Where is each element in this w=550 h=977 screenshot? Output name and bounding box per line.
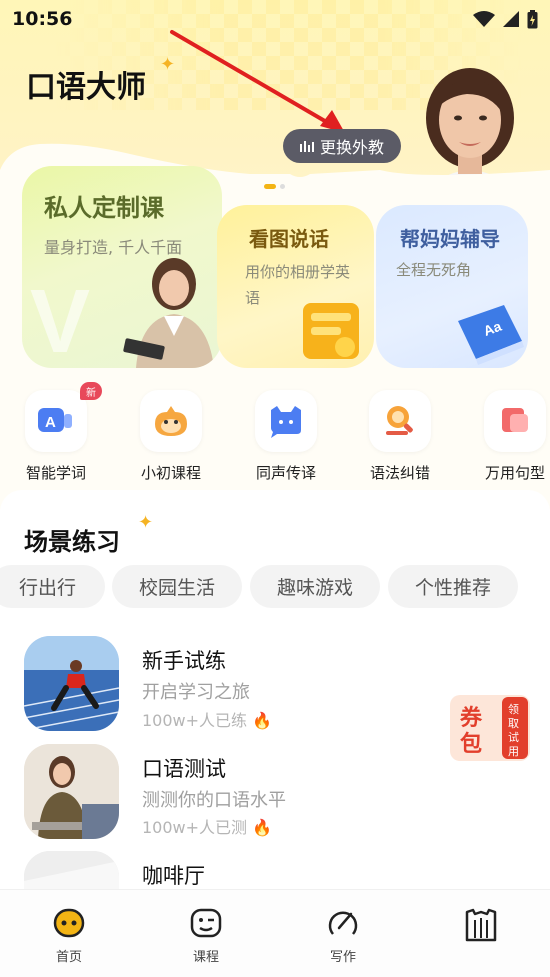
quick-action-label: 万用句型 — [484, 464, 545, 482]
chip-campus[interactable]: 校园生活 — [112, 565, 242, 608]
lesson-count: 100w+人已练 🔥 — [142, 707, 272, 731]
lesson-count-text: 100w+人已测 — [142, 818, 248, 837]
tab-home[interactable]: 首页 — [34, 908, 104, 965]
lesson-thumbnail[interactable] — [24, 636, 119, 731]
courses-icon — [190, 908, 222, 938]
tab-writing[interactable]: 写作 — [308, 908, 378, 965]
coupon-main-text-2: 包 — [460, 731, 482, 756]
mascot-icon — [155, 406, 187, 436]
runner-image — [24, 636, 119, 731]
sparkle-icon: ✦ — [138, 512, 154, 533]
fire-icon: 🔥 — [247, 711, 273, 730]
carousel-indicator — [264, 184, 285, 189]
lesson-title: 新手试练 — [142, 649, 226, 673]
parent-tutor-card[interactable]: 帮妈妈辅导 全程无死角 Aa — [376, 205, 528, 368]
chip-travel[interactable]: 行出行 — [0, 565, 105, 608]
coupon-side-2: 取 — [508, 717, 519, 730]
tab-label: 课程 — [192, 950, 219, 965]
card-subtitle: 全程无死角 — [396, 261, 472, 279]
card-icon — [502, 408, 528, 432]
vocabulary-icon: A — [38, 408, 72, 432]
lesson-title: 口语测试 — [142, 757, 226, 781]
coupon-side-4: 用 — [508, 746, 519, 758]
card-title: 帮妈妈辅导 — [400, 227, 500, 251]
picture-talk-card[interactable]: 看图说话 用你的相册学英语 — [217, 205, 374, 368]
tab-profile[interactable] — [446, 908, 516, 952]
new-badge: 新 — [80, 382, 102, 400]
tab-label: 写作 — [329, 950, 356, 965]
lesson-subtitle: 测测你的口语水平 — [142, 790, 286, 811]
lesson-count-text: 100w+人已练 — [142, 711, 248, 730]
quick-action-vocab[interactable]: A 智能学词 — [21, 390, 91, 483]
custom-course-card[interactable]: V 私人定制课 量身打造, 千人千面 — [22, 166, 222, 368]
profile-icon — [465, 908, 497, 942]
coupon-side-3: 试 — [508, 731, 519, 744]
book-icon: Aa — [458, 305, 524, 365]
chat-face-icon — [271, 406, 301, 438]
svg-text:A: A — [45, 414, 56, 431]
coupon-side-1: 领 — [508, 703, 519, 716]
tab-label: 首页 — [55, 950, 82, 965]
home-face-icon — [53, 908, 85, 938]
chip-recommend[interactable]: 个性推荐 — [388, 565, 518, 608]
magnifier-icon — [386, 406, 413, 435]
card-title: 私人定制课 — [44, 194, 164, 222]
chip-games[interactable]: 趣味游戏 — [250, 565, 380, 608]
bottom-tab-bar: 首页 课程 写作 — [0, 889, 550, 977]
quick-action-label: 小初课程 — [140, 464, 201, 482]
photo-album-icon — [303, 303, 359, 359]
fire-icon: 🔥 — [247, 818, 273, 837]
svg-text:V: V — [30, 272, 90, 368]
lesson-subtitle: 开启学习之旅 — [142, 682, 250, 703]
quick-action-sentences[interactable]: 万用句型 — [480, 390, 550, 483]
quick-action-label: 语法纠错 — [369, 464, 430, 482]
writing-icon — [328, 911, 358, 935]
tab-courses[interactable]: 课程 — [171, 908, 241, 965]
coupon-main-text-1: 券 — [459, 705, 483, 730]
section-title: 场景练习 — [24, 528, 120, 556]
quick-action-grammar[interactable]: 语法纠错 — [365, 390, 435, 483]
lesson-title: 咖啡厅 — [142, 864, 205, 888]
quick-action-label: 智能学词 — [25, 464, 86, 482]
interview-image — [24, 744, 119, 839]
coupon-widget[interactable]: 券 包 领 取 试 用 — [450, 695, 530, 761]
quick-action-courses[interactable]: 小初课程 — [136, 390, 206, 483]
lesson-count: 100w+人已测 🔥 — [142, 814, 272, 838]
card-title: 看图说话 — [249, 227, 329, 251]
teacher-illustration — [123, 258, 214, 368]
quick-action-label: 同声传译 — [255, 464, 316, 482]
lesson-thumbnail[interactable] — [24, 744, 119, 839]
quick-action-interpret[interactable]: 同声传译 — [251, 390, 321, 483]
